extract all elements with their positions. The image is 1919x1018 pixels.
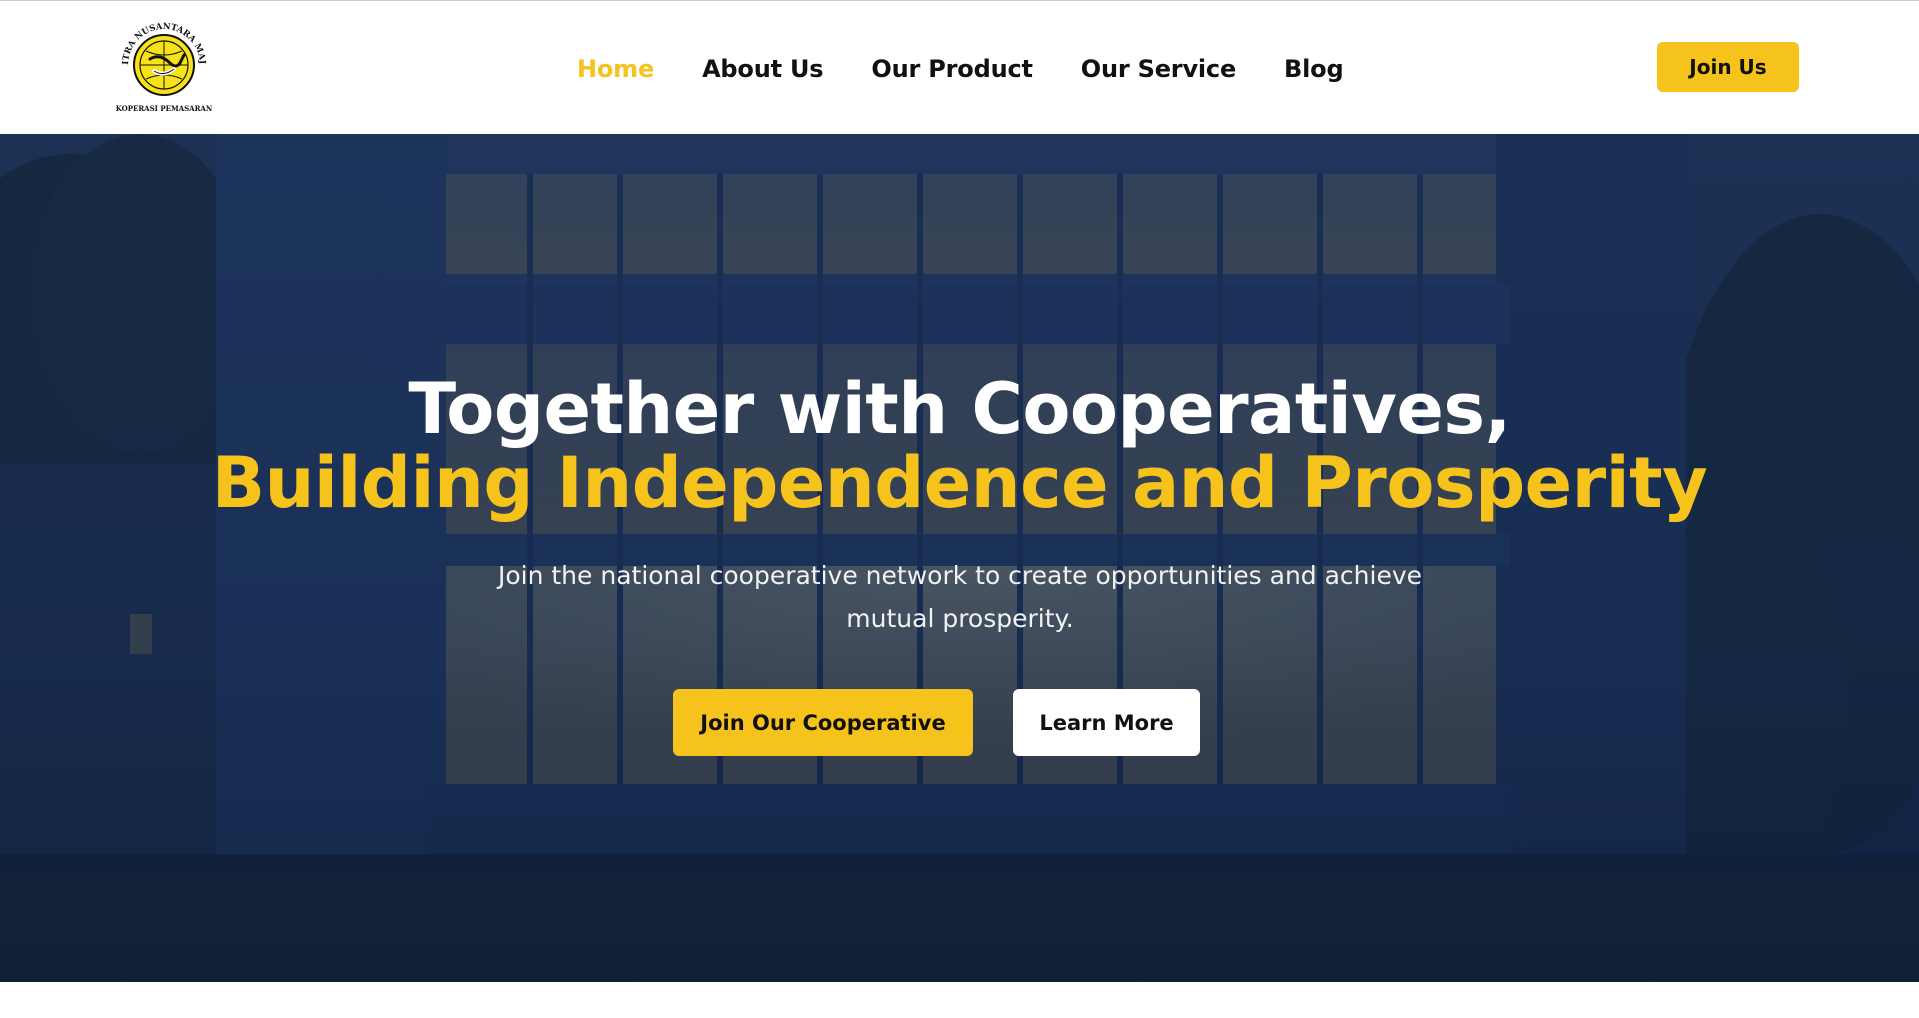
nav-item-our-service[interactable]: Our Service [1081,55,1236,83]
logo-bottom-text: KOPERASI PEMASARAN [116,104,213,113]
logo[interactable]: CITRA NUSANTARA MAJU KOPERASI PEMASARAN [114,19,214,115]
site-header: CITRA NUSANTARA MAJU KOPERASI PEMASARAN … [0,0,1919,134]
nav-item-blog[interactable]: Blog [1284,55,1344,83]
main-nav: Home About Us Our Product Our Service Bl… [577,49,1344,89]
hero-subtitle: Join the national cooperative network to… [497,561,1423,633]
nav-item-about-us[interactable]: About Us [702,55,824,83]
learn-more-button[interactable]: Learn More [1013,689,1200,756]
globe-handshake-logo-icon: CITRA NUSANTARA MAJU KOPERASI PEMASARAN [114,19,213,113]
hero-content: Together with Cooperatives, Building Ind… [0,134,1919,982]
hero-headline-line1: Together with Cooperatives, [408,368,1511,450]
join-us-button[interactable]: Join Us [1657,42,1799,92]
hero-section: Together with Cooperatives, Building Ind… [0,134,1919,982]
nav-item-our-product[interactable]: Our Product [871,55,1033,83]
join-cooperative-button[interactable]: Join Our Cooperative [673,689,973,756]
hero-headline-line2: Building Independence and Prosperity [211,442,1708,524]
nav-item-home[interactable]: Home [577,55,654,83]
